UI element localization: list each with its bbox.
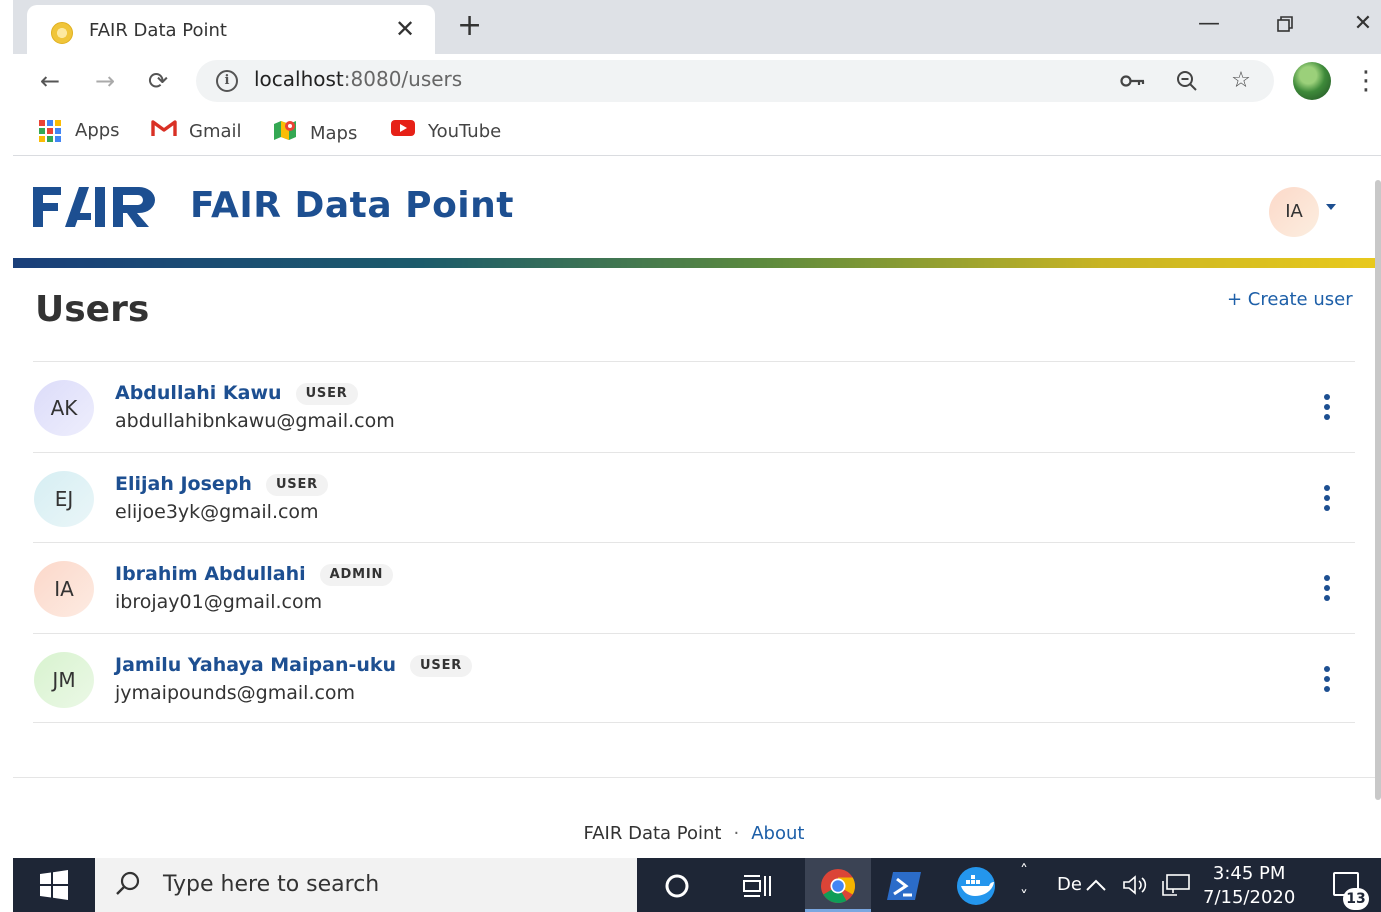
tab-title: FAIR Data Point — [89, 20, 227, 41]
role-badge: USER — [265, 473, 328, 496]
role-badge: ADMIN — [319, 564, 394, 586]
bookmark-apps[interactable]: Apps — [39, 118, 120, 144]
avatar: IA — [34, 561, 94, 617]
role-badge: USER — [295, 383, 358, 405]
tray-overflow-icon[interactable]: ˄ ˅ — [1020, 858, 1028, 912]
footer-separator: · — [733, 823, 740, 844]
brand-title[interactable]: FAIR Data Point — [190, 185, 514, 226]
url-text: localhost:8080/users — [254, 67, 463, 91]
row-menu-icon[interactable] — [1317, 392, 1337, 422]
clock-date: 7/15/2020 — [1203, 887, 1296, 908]
user-email: ibrojay01@gmail.com — [115, 591, 323, 613]
minimize-icon[interactable]: — — [1189, 8, 1229, 40]
forward-icon[interactable]: → — [88, 64, 122, 98]
bookmark-maps[interactable]: Maps — [272, 118, 357, 144]
footer-brand: FAIR Data Point — [583, 823, 722, 844]
user-menu-caret-icon[interactable] — [1326, 204, 1336, 210]
create-user-link[interactable]: + Create user — [1227, 289, 1353, 310]
list-item: JM Jamilu Yahaya Maipan-uku USER jymaipou… — [33, 632, 1355, 723]
cortana-icon[interactable] — [644, 858, 710, 912]
zoom-out-icon[interactable] — [1172, 66, 1202, 96]
avatar: JM — [34, 651, 94, 708]
gmail-icon — [151, 118, 177, 146]
user-name-link[interactable]: Elijah Joseph USER — [115, 473, 328, 496]
new-tab-icon[interactable]: + — [457, 11, 482, 41]
apps-grid-icon — [39, 120, 61, 142]
back-icon[interactable]: ← — [33, 64, 67, 98]
role-badge: USER — [410, 654, 473, 677]
bookmark-youtube[interactable]: YouTube — [390, 118, 501, 144]
site-favicon-icon — [51, 22, 73, 44]
volume-icon[interactable] — [1122, 858, 1150, 912]
restore-icon[interactable] — [1265, 8, 1305, 40]
list-item: EJ Elijah Joseph USER elijoe3yk@gmail.com — [33, 451, 1355, 543]
reload-icon[interactable]: ⟳ — [141, 64, 175, 98]
list-item: IA Ibrahim Abdullahi ADMIN ibrojay01@gmai… — [33, 542, 1355, 633]
current-user-avatar[interactable]: IA — [1269, 187, 1319, 237]
browser-tab[interactable]: FAIR Data Point ✕ — [27, 5, 435, 54]
start-button[interactable] — [13, 858, 95, 912]
user-name-link[interactable]: Abdullahi Kawu USER — [115, 382, 358, 405]
about-link[interactable]: About — [751, 823, 804, 844]
docker-icon[interactable] — [943, 858, 1009, 912]
task-view-icon[interactable] — [724, 858, 790, 912]
row-menu-icon[interactable] — [1317, 664, 1337, 694]
users-list: AK Abdullahi Kawu USER abdullahibnkawu@gm… — [33, 361, 1355, 723]
close-window-icon[interactable]: ✕ — [1343, 8, 1381, 40]
user-email: abdullahibnkawu@gmail.com — [115, 410, 395, 432]
browser-tab-strip: FAIR Data Point ✕ + — ✕ — [13, 0, 1381, 54]
chrome-taskbar-icon[interactable] — [805, 858, 871, 912]
search-icon — [116, 871, 140, 895]
hidden-icons-chevron-icon[interactable] — [1085, 858, 1107, 912]
powershell-icon[interactable] — [871, 858, 937, 912]
profile-avatar-icon[interactable] — [1293, 62, 1331, 100]
user-email: jymaipounds@gmail.com — [115, 681, 356, 704]
close-tab-icon[interactable]: ✕ — [395, 15, 415, 43]
fair-logo-icon[interactable] — [33, 187, 159, 229]
address-bar[interactable]: i localhost:8080/users ☆ — [196, 60, 1274, 102]
bookmarks-bar: Apps Gmail Maps YouTube — [13, 108, 1381, 156]
footer: FAIR Data Point · About — [13, 823, 1375, 844]
search-placeholder: Type here to search — [163, 872, 380, 897]
taskbar: Type here to search ˄ ˅ Dе 3:45 PM 7/15/2… — [13, 858, 1381, 912]
page-title: Users — [35, 289, 150, 330]
avatar: EJ — [34, 470, 94, 527]
notification-count-badge: 13 — [1343, 888, 1369, 910]
key-icon[interactable] — [1118, 66, 1148, 96]
page-scrollbar[interactable] — [1375, 180, 1381, 800]
site-info-icon[interactable]: i — [216, 70, 238, 92]
user-name-link[interactable]: Jamilu Yahaya Maipan-uku USER — [115, 654, 473, 677]
row-menu-icon[interactable] — [1317, 573, 1337, 603]
bookmark-gmail[interactable]: Gmail — [151, 118, 242, 144]
list-item: AK Abdullahi Kawu USER abdullahibnkawu@gm… — [33, 361, 1355, 452]
taskbar-search[interactable]: Type here to search — [95, 858, 637, 912]
bookmark-star-icon[interactable]: ☆ — [1226, 66, 1256, 96]
windows-icon — [40, 870, 68, 900]
footer-divider — [13, 777, 1375, 778]
browser-toolbar: ← → ⟳ i localhost:8080/users ☆ ⋮ — [13, 54, 1381, 108]
row-menu-icon[interactable] — [1317, 483, 1337, 513]
user-name-link[interactable]: Ibrahim Abdullahi ADMIN — [115, 563, 394, 586]
user-email: elijoe3yk@gmail.com — [115, 500, 319, 523]
network-icon[interactable] — [1161, 858, 1191, 912]
youtube-icon — [390, 118, 416, 146]
web-page: FAIR Data Point IA Users + Create user A… — [13, 157, 1375, 858]
tray-language[interactable]: Dе — [1057, 858, 1082, 912]
maps-icon — [272, 118, 298, 150]
system-clock[interactable]: 3:45 PM 7/15/2020 — [1203, 862, 1295, 910]
avatar: AK — [34, 380, 94, 436]
clock-time: 3:45 PM — [1212, 863, 1286, 884]
browser-menu-icon[interactable]: ⋮ — [1353, 66, 1379, 96]
header-gradient-bar — [13, 258, 1375, 268]
